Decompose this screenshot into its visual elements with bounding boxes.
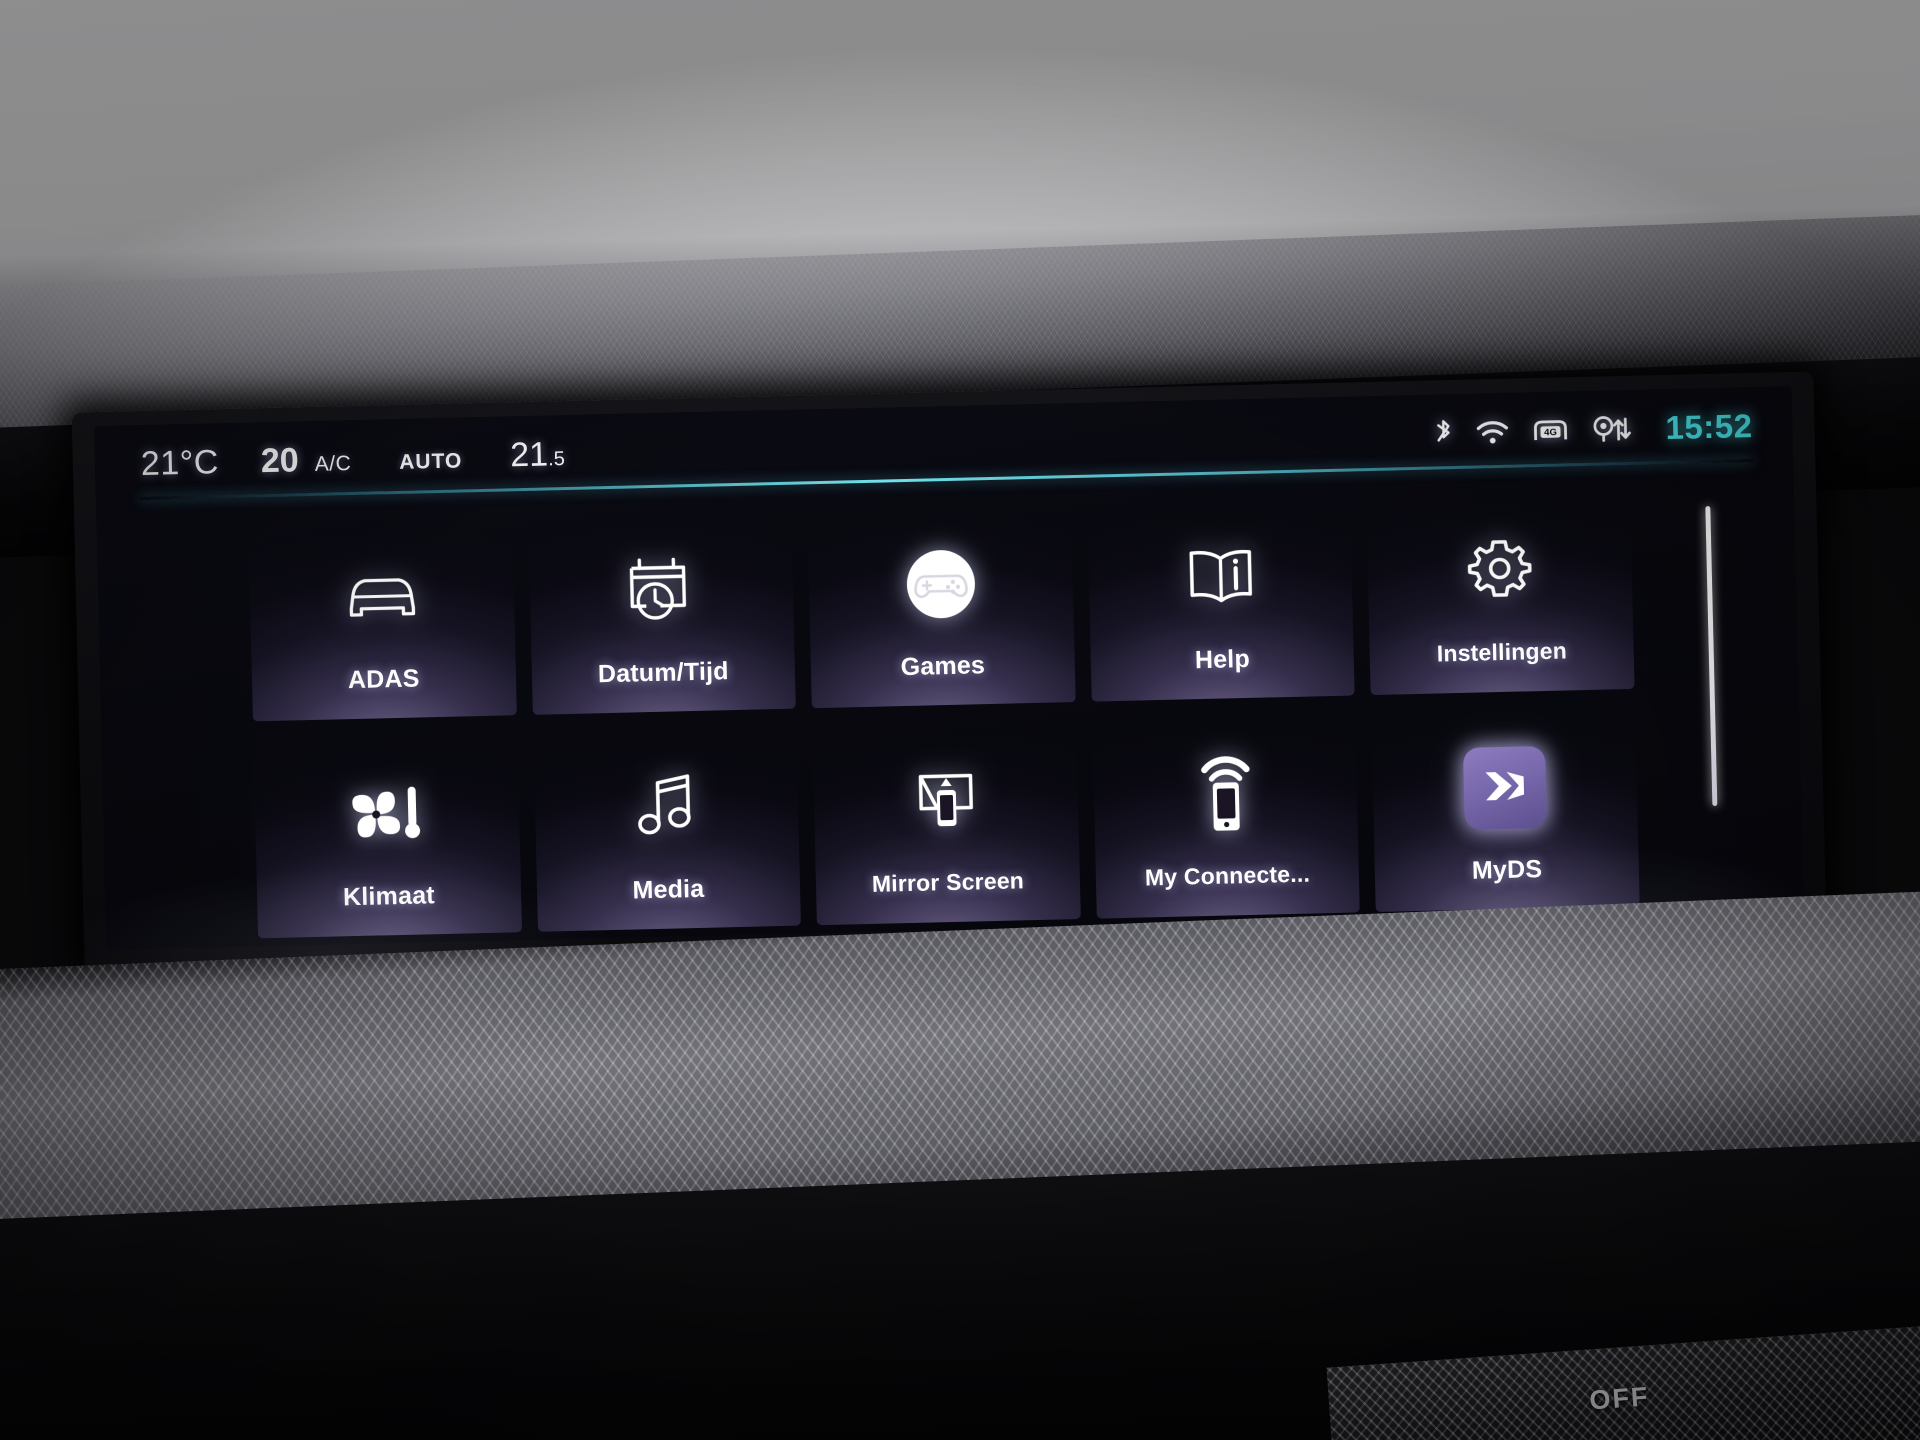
climate-status-group[interactable]: 21°C 20 A/C AUTO 21.5 <box>140 434 565 483</box>
app-tile-label: Help <box>1194 644 1251 675</box>
app-tile-label: Klimaat <box>342 881 436 912</box>
car-front-icon <box>342 548 422 646</box>
system-status-icons: 4G 15:52 <box>1433 407 1753 453</box>
photo-scene: 21°C 20 A/C AUTO 21.5 4G 15:52 ADAS Datu… <box>0 0 1920 1440</box>
app-tile-label: Instellingen <box>1436 637 1568 667</box>
app-tile-label: ADAS <box>347 664 420 695</box>
svg-text:4G: 4G <box>1544 427 1557 438</box>
app-tile-media[interactable]: Media <box>532 722 802 932</box>
vertical-scrollbar[interactable] <box>1705 506 1718 807</box>
app-tile-instellingen[interactable]: Instellingen <box>1366 485 1635 696</box>
app-tile-klimaat[interactable]: Klimaat <box>253 729 522 939</box>
app-tile-datum-tijd[interactable]: Datum/Tijd <box>527 505 797 715</box>
app-tile-label: Mirror Screen <box>871 867 1025 897</box>
fan-speed-value[interactable]: 20 <box>260 441 299 481</box>
fan-thermometer-icon <box>343 765 431 863</box>
status-bar-clock: 15:52 <box>1665 407 1753 447</box>
gear-icon <box>1464 522 1536 620</box>
app-tile-myds[interactable]: MyDS <box>1371 702 1640 913</box>
location-data-icon <box>1591 415 1632 444</box>
set-temperature[interactable]: 21.5 <box>510 434 565 474</box>
ac-label[interactable]: A/C <box>314 452 351 477</box>
connected-phone-icon <box>1194 746 1256 843</box>
screen-mirroring-icon <box>906 752 986 850</box>
gamepad-circle-icon <box>900 535 982 633</box>
app-tile-my-connected[interactable]: My Connecte... <box>1091 709 1361 919</box>
console-off-label[interactable]: OFF <box>1588 1381 1650 1416</box>
app-tile-adas[interactable]: ADAS <box>248 512 517 722</box>
myds-badge-icon <box>1463 739 1548 837</box>
app-tile-games[interactable]: Games <box>807 499 1076 709</box>
wifi-icon <box>1475 419 1510 446</box>
music-note-icon <box>633 759 699 856</box>
set-temperature-decimal: .5 <box>547 447 566 470</box>
app-grid: ADAS Datum/Tijd Games Help Instellingen … <box>248 485 1640 939</box>
open-book-info-icon <box>1180 529 1260 627</box>
app-tile-label: MyDS <box>1471 855 1543 885</box>
bluetooth-icon <box>1433 418 1454 448</box>
app-tile-label: Datum/Tijd <box>597 657 729 689</box>
myds-badge <box>1463 745 1548 830</box>
app-tile-label: My Connecte... <box>1144 860 1311 891</box>
auto-climate-label[interactable]: AUTO <box>399 449 463 474</box>
calendar-clock-icon <box>623 542 699 640</box>
app-tile-mirror-screen[interactable]: Mirror Screen <box>812 716 1081 926</box>
infotainment-screen-bezel: 21°C 20 A/C AUTO 21.5 4G 15:52 ADAS Datu… <box>71 371 1827 973</box>
app-tile-label: Games <box>900 651 986 682</box>
outside-temperature: 21°C <box>140 442 220 483</box>
app-tile-label: Media <box>632 874 705 905</box>
4g-signal-icon: 4G <box>1531 417 1570 444</box>
set-temperature-integer: 21 <box>509 434 549 474</box>
infotainment-display[interactable]: 21°C 20 A/C AUTO 21.5 4G 15:52 ADAS Datu… <box>93 386 1804 950</box>
app-tile-help[interactable]: Help <box>1086 492 1356 702</box>
